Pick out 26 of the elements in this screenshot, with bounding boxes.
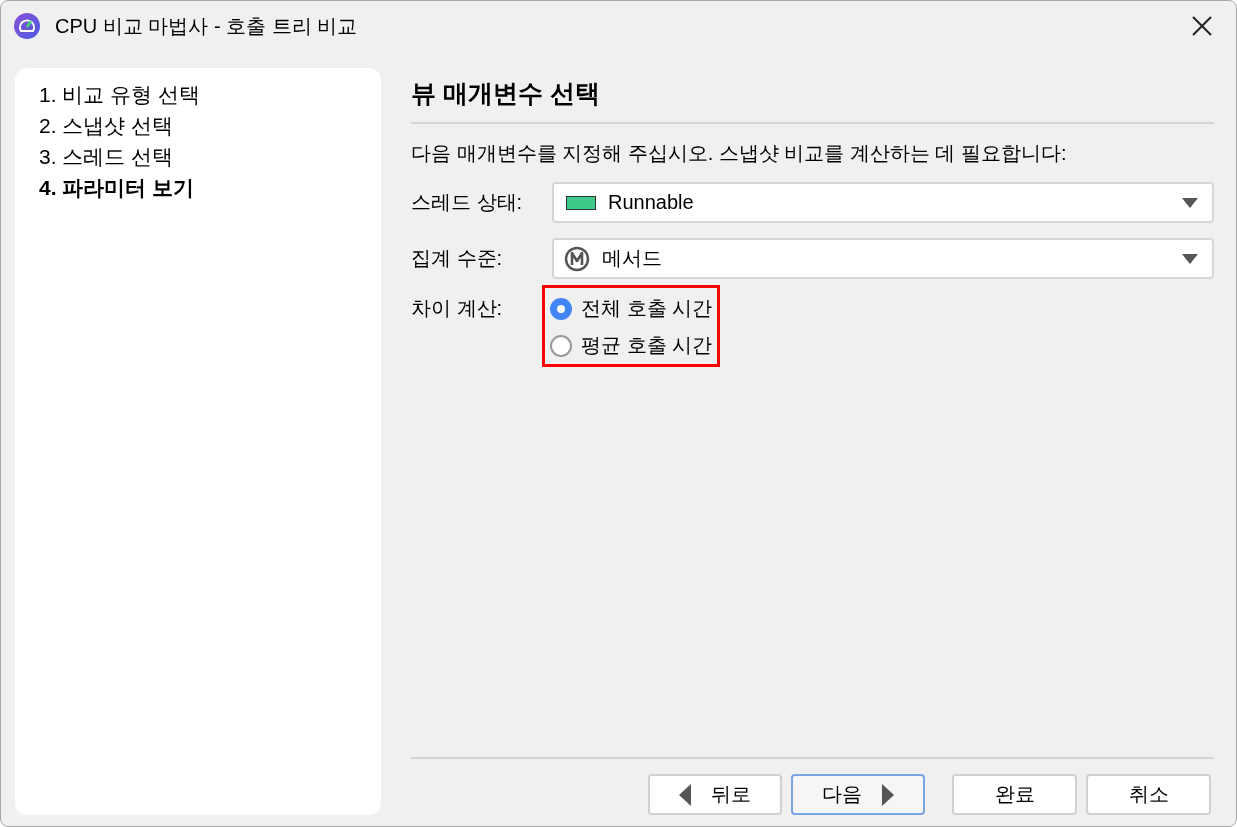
radio-option[interactable]: 전체 호출 시간 xyxy=(550,293,713,324)
dialog-button[interactable]: 완료 xyxy=(952,774,1077,815)
next-button[interactable]: 다음 xyxy=(791,774,925,815)
field-label: 차이 계산: xyxy=(411,296,504,321)
radio-option[interactable]: 평균 호출 시간 xyxy=(550,330,713,361)
dropdown[interactable]: Runnable xyxy=(552,182,1214,223)
swatch-icon xyxy=(566,195,596,210)
window-title: CPU 비교 마법사 - 호출 트리 비교 xyxy=(55,13,359,39)
description-text: 다음 매개변수를 지정해 주십시오. 스냅샷 비교를 계산하는 데 필요합니다: xyxy=(411,141,1068,166)
field-label: 집계 수준: xyxy=(411,246,504,271)
page-heading: 뷰 매개변수 선택 xyxy=(411,78,601,108)
field-label: 스레드 상태: xyxy=(411,190,524,215)
app-logo-icon xyxy=(13,12,41,40)
back-button[interactable]: 뒤로 xyxy=(648,774,782,815)
left-triangle-icon xyxy=(679,783,691,806)
wizard-step: 3. 스레드 선택 xyxy=(39,144,357,170)
dropdown[interactable]: 메서드 xyxy=(552,238,1214,279)
wizard-step: 4. 파라미터 보기 xyxy=(39,175,357,201)
wizard-step: 1. 비교 유형 선택 xyxy=(39,82,357,108)
dropdown-arrow-icon xyxy=(1182,197,1198,208)
dialog-button[interactable]: 취소 xyxy=(1086,774,1211,815)
close-icon xyxy=(1192,16,1212,36)
dropdown-arrow-icon xyxy=(1182,253,1198,264)
right-triangle-icon xyxy=(882,783,894,806)
circled-m-icon xyxy=(564,245,590,272)
wizard-step: 2. 스냅샷 선택 xyxy=(39,113,357,139)
